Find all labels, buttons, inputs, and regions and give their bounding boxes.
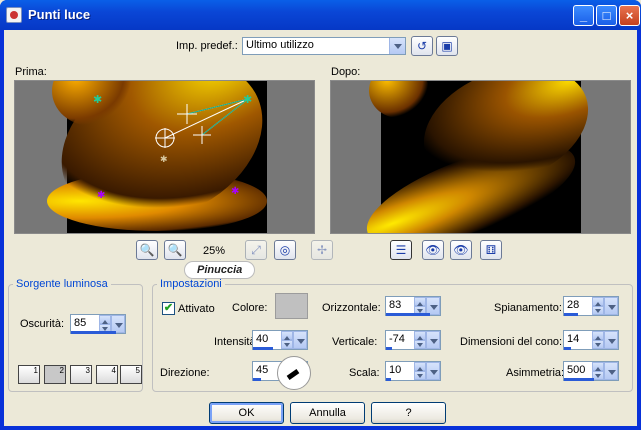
svg-text:✱: ✱ bbox=[231, 186, 239, 197]
increment-arrow-icon[interactable] bbox=[414, 297, 426, 306]
light-handles[interactable]: ✱ ✱ ✱ ✱ ✱ bbox=[15, 81, 315, 234]
increment-arrow-icon[interactable] bbox=[414, 362, 426, 371]
light-slot-4[interactable]: 4 bbox=[96, 365, 118, 384]
cone-size-value: 14 bbox=[567, 333, 580, 345]
chevron-down-icon[interactable] bbox=[389, 38, 405, 54]
flattening-value: 28 bbox=[567, 299, 580, 311]
dialog-window: Punti luce _ □ × Imp. predef.: Ultimo ut… bbox=[0, 0, 641, 430]
before-preview[interactable]: ✱ ✱ ✱ ✱ ✱ bbox=[14, 80, 315, 234]
color-label: Colore: bbox=[232, 302, 268, 314]
asymmetry-spinner[interactable]: 500 bbox=[563, 361, 619, 381]
cancel-button[interactable]: Annulla bbox=[290, 402, 365, 424]
cone-size-spinner[interactable]: 14 bbox=[563, 330, 619, 350]
intensity-value: 40 bbox=[256, 333, 269, 345]
increment-arrow-icon[interactable] bbox=[281, 331, 293, 340]
flattening-label: Spianamento: bbox=[494, 302, 562, 314]
vertical-label: Verticale: bbox=[332, 336, 378, 348]
light-slot-2[interactable]: 2 bbox=[44, 365, 66, 384]
light-source-legend: Sorgente luminosa bbox=[16, 278, 108, 290]
intensity-spinner[interactable]: 40 bbox=[252, 330, 308, 350]
close-button[interactable]: × bbox=[619, 5, 640, 26]
fit-window-icon[interactable]: ⤢ bbox=[245, 240, 267, 260]
maximize-button[interactable]: □ bbox=[596, 5, 617, 26]
ok-button[interactable]: OK bbox=[209, 402, 284, 424]
asymmetry-label: Asimmetria: bbox=[506, 367, 565, 379]
scale-label: Scala: bbox=[349, 367, 380, 379]
window-title: Punti luce bbox=[28, 7, 91, 22]
dialog-body: Imp. predef.: Ultimo utilizzo ↺ ▣ Prima:… bbox=[4, 30, 637, 426]
vertical-value: -74 bbox=[389, 333, 405, 345]
chevron-down-icon[interactable] bbox=[293, 331, 307, 349]
enabled-label: Attivato bbox=[178, 303, 215, 315]
app-icon bbox=[6, 7, 22, 23]
settings-legend: Impostazioni bbox=[160, 278, 222, 290]
increment-arrow-icon[interactable] bbox=[414, 331, 426, 340]
chevron-down-icon[interactable] bbox=[604, 297, 618, 315]
scale-spinner[interactable]: 10 bbox=[385, 361, 441, 381]
chevron-down-icon[interactable] bbox=[426, 331, 440, 349]
decrement-arrow-icon[interactable] bbox=[281, 340, 293, 349]
watermark: Pinuccia bbox=[184, 261, 256, 279]
preset-label: Imp. predef.: bbox=[176, 40, 238, 52]
direction-arrow-icon bbox=[286, 369, 300, 380]
zoom-in-icon[interactable]: 🔍 bbox=[164, 240, 186, 260]
reset-list-icon[interactable]: ☰ bbox=[390, 240, 412, 260]
after-image bbox=[355, 81, 605, 233]
reset-preset-icon[interactable]: ↺ bbox=[411, 36, 433, 56]
asymmetry-value: 500 bbox=[567, 364, 586, 376]
direction-value: 45 bbox=[256, 364, 269, 376]
color-swatch[interactable] bbox=[275, 293, 308, 319]
increment-arrow-icon[interactable] bbox=[592, 362, 604, 371]
increment-arrow-icon[interactable] bbox=[592, 331, 604, 340]
randomize-icon[interactable]: ⚅ bbox=[480, 240, 502, 260]
direction-label: Direzione: bbox=[160, 367, 210, 379]
cone-size-label: Dimensioni del cono: bbox=[460, 336, 563, 348]
vertical-spinner[interactable]: -74 bbox=[385, 330, 441, 350]
enabled-checkbox[interactable]: ✔ bbox=[162, 302, 175, 315]
proof-toggle-icon[interactable]: ◎ bbox=[274, 240, 296, 260]
light-slot-3[interactable]: 3 bbox=[70, 365, 92, 384]
chevron-down-icon[interactable] bbox=[426, 362, 440, 380]
help-button[interactable]: ? bbox=[371, 402, 446, 424]
svg-text:✱: ✱ bbox=[243, 93, 252, 106]
light-slot-5[interactable]: 5 bbox=[120, 365, 142, 384]
increment-arrow-icon[interactable] bbox=[592, 297, 604, 306]
preset-select[interactable]: Ultimo utilizzo bbox=[242, 37, 406, 55]
horizontal-spinner[interactable]: 83 bbox=[385, 296, 441, 316]
after-label: Dopo: bbox=[331, 66, 361, 78]
after-preview bbox=[330, 80, 631, 234]
increment-arrow-icon[interactable] bbox=[99, 315, 111, 324]
zoom-out-icon[interactable]: 🔍 bbox=[136, 240, 158, 260]
flattening-spinner[interactable]: 28 bbox=[563, 296, 619, 316]
save-preset-icon[interactable]: ▣ bbox=[436, 36, 458, 56]
light-slot-1[interactable]: 1 bbox=[18, 365, 40, 384]
decrement-arrow-icon[interactable] bbox=[414, 371, 426, 380]
svg-text:✱: ✱ bbox=[160, 155, 168, 165]
preview-on-image-icon[interactable]: 👁 bbox=[450, 240, 472, 260]
svg-text:✱: ✱ bbox=[97, 190, 105, 201]
title-bar[interactable]: Punti luce _ □ × bbox=[0, 0, 641, 30]
svg-text:✱: ✱ bbox=[93, 93, 102, 106]
scale-value: 10 bbox=[389, 364, 402, 376]
horizontal-label: Orizzontale: bbox=[322, 302, 381, 314]
darkness-spinner[interactable]: 85 bbox=[70, 314, 126, 334]
minimize-button[interactable]: _ bbox=[573, 5, 594, 26]
darkness-value: 85 bbox=[74, 317, 87, 329]
chevron-down-icon[interactable] bbox=[604, 362, 618, 380]
show-original-icon[interactable]: 👁 bbox=[422, 240, 444, 260]
before-label: Prima: bbox=[15, 66, 47, 78]
decrement-arrow-icon[interactable] bbox=[592, 306, 604, 315]
zoom-level: 25% bbox=[203, 245, 226, 257]
preset-value: Ultimo utilizzo bbox=[246, 39, 314, 51]
direction-dial[interactable] bbox=[277, 356, 311, 390]
horizontal-value: 83 bbox=[389, 299, 402, 311]
decrement-arrow-icon[interactable] bbox=[592, 340, 604, 349]
darkness-label: Oscurità: bbox=[20, 318, 65, 330]
pan-icon[interactable]: ✢ bbox=[311, 240, 333, 260]
decrement-arrow-icon[interactable] bbox=[414, 340, 426, 349]
chevron-down-icon[interactable] bbox=[604, 331, 618, 349]
